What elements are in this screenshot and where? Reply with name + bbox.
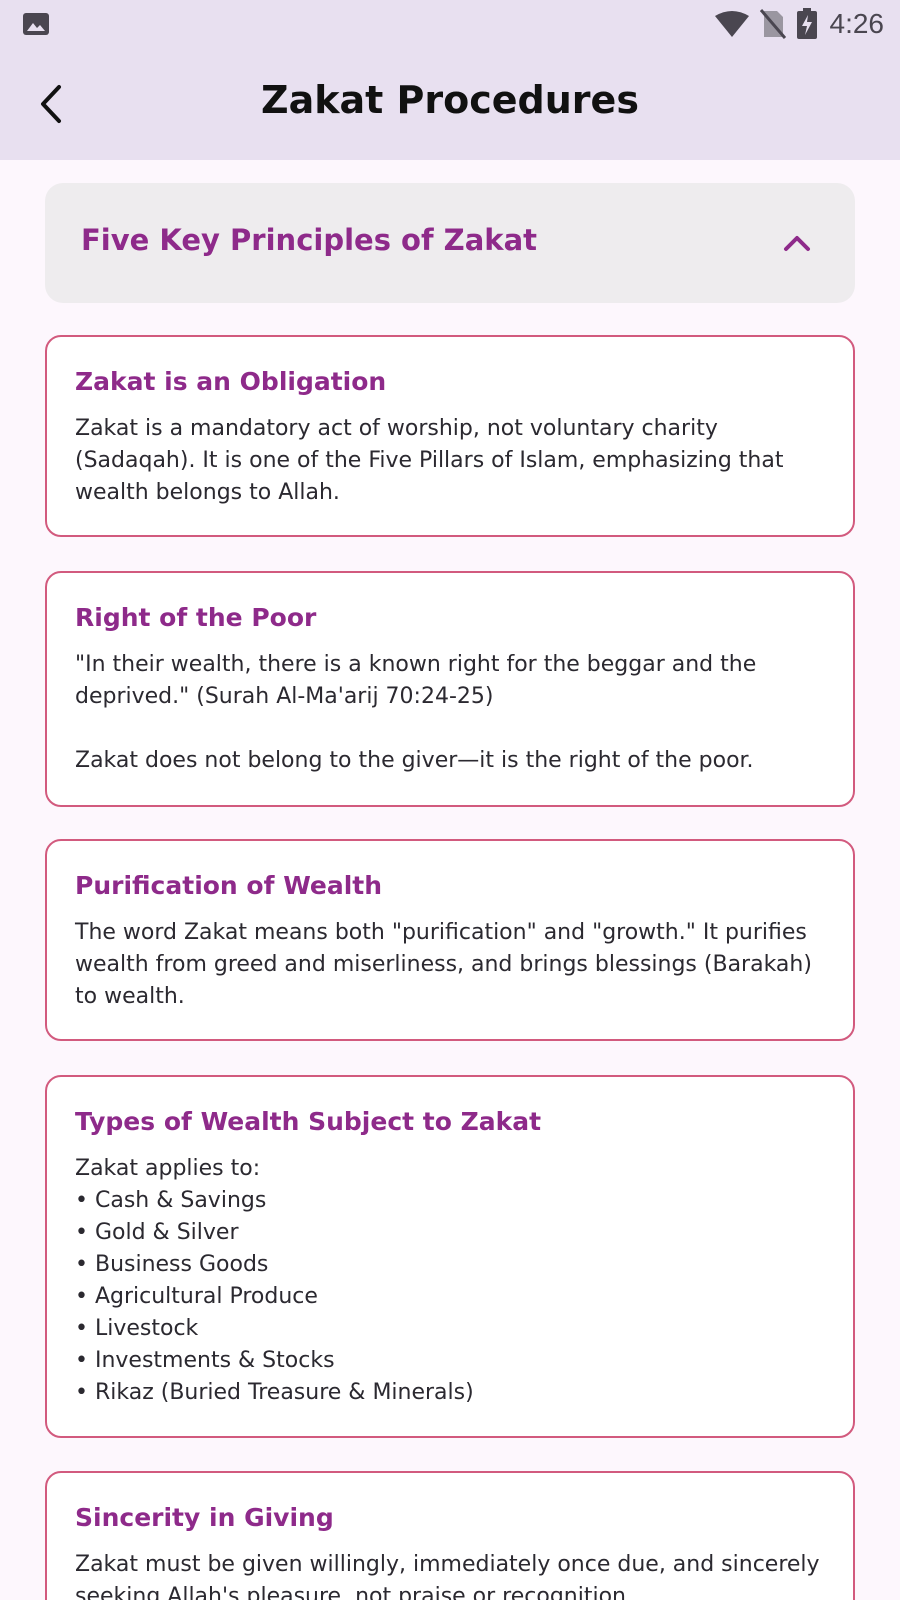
card-title: Types of Wealth Subject to Zakat	[75, 1107, 542, 1136]
card-title: Purification of Wealth	[75, 871, 383, 900]
status-time: 4:26	[829, 8, 885, 39]
card-body: Zakat is a mandatory act of worship, not…	[75, 416, 784, 505]
wifi-icon	[714, 11, 749, 37]
card-body: Zakat applies to: • Cash & Savings • Gol…	[75, 1156, 474, 1405]
card-body: Zakat must be given willingly, immediate…	[75, 1552, 820, 1600]
card-body: The word Zakat means both "purification"…	[75, 920, 812, 1009]
image-icon	[23, 13, 49, 35]
principle-card: Purification of Wealth The word Zakat me…	[45, 839, 855, 1041]
app-bar: Zakat Procedures	[0, 48, 900, 160]
page-title: Zakat Procedures	[261, 78, 639, 122]
principle-card: Right of the Poor "In their wealth, ther…	[45, 571, 855, 807]
accordion-title: Five Key Principles of Zakat	[81, 223, 537, 257]
card-title: Zakat is an Obligation	[75, 367, 387, 396]
main-content[interactable]: Five Key Principles of Zakat Zakat is an…	[0, 160, 900, 1600]
principle-card: Zakat is an Obligation Zakat is a mandat…	[45, 335, 855, 537]
no-sim-icon	[759, 9, 786, 39]
principle-card: Sincerity in Giving Zakat must be given …	[45, 1471, 855, 1600]
card-title: Right of the Poor	[75, 603, 317, 632]
battery-charging-icon	[796, 8, 817, 39]
chevron-up-icon[interactable]	[781, 227, 813, 259]
status-bar: 4:26	[0, 0, 900, 48]
principles-accordion-header[interactable]: Five Key Principles of Zakat	[45, 183, 855, 303]
card-body: "In their wealth, there is a known right…	[75, 652, 757, 773]
principle-card: Types of Wealth Subject to Zakat Zakat a…	[45, 1075, 855, 1438]
card-title: Sincerity in Giving	[75, 1503, 334, 1532]
